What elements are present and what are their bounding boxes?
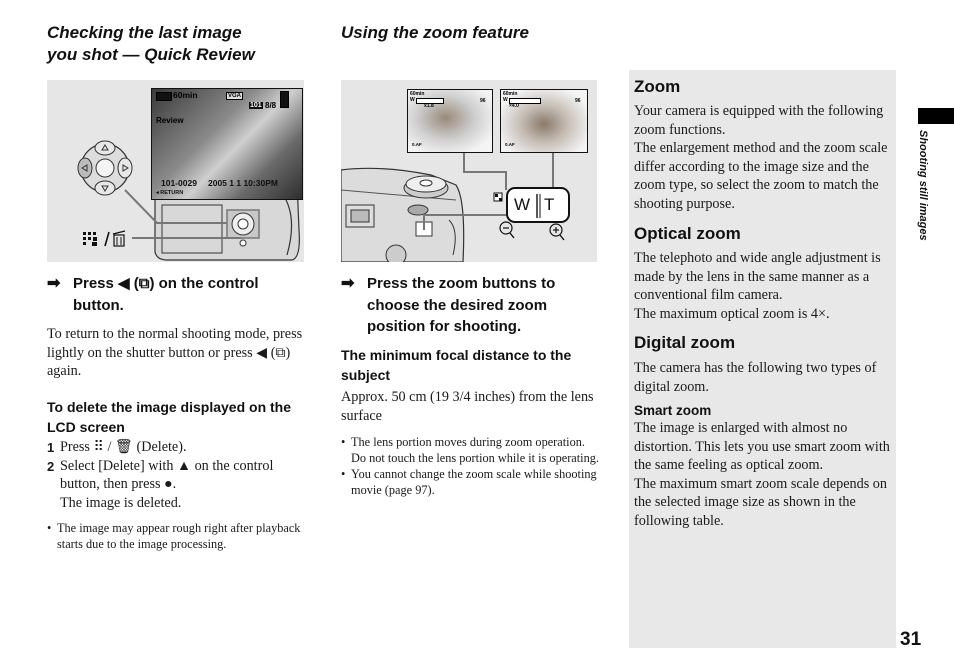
zoom-out-icon bbox=[499, 221, 515, 239]
optical-zoom-heading: Optical zoom bbox=[634, 224, 741, 243]
wide-zoom-icon bbox=[493, 192, 503, 202]
step-number: 1 bbox=[47, 440, 55, 455]
lcd-count: 96 bbox=[575, 98, 581, 104]
delete-step-2: 2 Select [Delete] with ▲ on the control b… bbox=[47, 457, 305, 494]
control-button-icon bbox=[77, 140, 133, 196]
zoom-body-1: Your camera is equipped with the followi… bbox=[634, 103, 884, 138]
title-line-2: you shot — Quick Review bbox=[47, 45, 255, 64]
lcd-count: 8/8 bbox=[265, 101, 277, 110]
focal-distance-value: Approx. 50 cm (19 3/4 inches) from the l… bbox=[341, 389, 594, 424]
lcd-image-size: VGA bbox=[226, 92, 244, 100]
step-text: Select [Delete] with ▲ on the control bu… bbox=[60, 457, 274, 493]
delete-heading: To delete the image displayed on the LCD… bbox=[47, 399, 292, 435]
smart-zoom-heading: Smart zoom bbox=[634, 403, 712, 418]
lcd-preview-tele: 60min W ×4.0 96 0.AF bbox=[500, 89, 588, 153]
delete-steps: 1 Press ⠿ / 🗑 (Delete). 2 Select [Delete] … bbox=[47, 438, 305, 512]
zoom-illustration: W T 60min W x1.8 96 0.AF 60min W ×4.0 96… bbox=[341, 80, 597, 262]
step-press-zoom: ➡ Press the zoom buttons to choose the d… bbox=[341, 273, 596, 338]
title-line-1: Checking the last image bbox=[47, 23, 242, 42]
zoom-notes: The lens portion moves during zoom opera… bbox=[341, 434, 601, 498]
note-item: The image may appear rough right after p… bbox=[47, 520, 307, 552]
digital-zoom-heading: Digital zoom bbox=[634, 333, 736, 352]
zoom-in-icon bbox=[549, 223, 565, 241]
lcd-zoom-scale: ×4.0 bbox=[509, 103, 519, 109]
lcd-preview-wide: 60min W x1.8 96 0.AF bbox=[407, 89, 493, 153]
lcd-screen: 60min VGA 101 8/8 Review 101-0029 2005 1… bbox=[151, 88, 303, 200]
chapter-tab-marker bbox=[918, 108, 954, 124]
focal-distance-heading: The minimum focal distance to the subjec… bbox=[341, 347, 572, 383]
step-text: Press the zoom buttons to choose the des… bbox=[367, 275, 556, 335]
section-title-zoom-feature: Using the zoom feature bbox=[341, 23, 529, 42]
zoom-wide-button: W bbox=[514, 195, 531, 214]
digital-zoom-body: The camera has the following two types o… bbox=[634, 360, 877, 395]
memory-stick-icon bbox=[280, 91, 289, 108]
smart-zoom-body: The image is enlarged with almost no dis… bbox=[634, 419, 896, 530]
page-number: 31 bbox=[900, 629, 922, 650]
optical-body-1: The telephoto and wide angle adjustment … bbox=[634, 250, 881, 303]
return-instructions: To return to the normal shooting mode, p… bbox=[47, 326, 303, 379]
index-delete-icon bbox=[83, 230, 126, 247]
zoom-heading: Zoom bbox=[634, 77, 681, 96]
optical-body-2: The maximum optical zoom is 4×. bbox=[634, 305, 830, 322]
lcd-battery-time: 60min bbox=[173, 90, 198, 100]
smart-body-2: The maximum smart zoom scale depends on … bbox=[634, 475, 887, 529]
lcd-zoom-scale: x1.8 bbox=[424, 103, 434, 109]
delete-step-1: 1 Press ⠿ / 🗑 (Delete). bbox=[47, 438, 305, 457]
lcd-af: 0.AF bbox=[412, 142, 422, 147]
zoom-tele-button: T bbox=[544, 195, 555, 214]
lcd-af: 0.AF bbox=[505, 142, 515, 147]
lcd-count: 96 bbox=[480, 98, 486, 104]
step-text: The image is deleted. bbox=[60, 494, 182, 511]
optical-zoom-body: The telephoto and wide angle adjustment … bbox=[634, 249, 896, 323]
lcd-return: ◂ RETURN bbox=[156, 190, 184, 196]
step-press-left: ➡ Press ◀ (⧉) on the control button. bbox=[47, 273, 297, 316]
quick-review-notes: The image may appear rough right after p… bbox=[47, 520, 307, 552]
lcd-mode: Review bbox=[156, 116, 184, 125]
note-item: The lens portion moves during zoom opera… bbox=[341, 434, 601, 466]
battery-icon bbox=[156, 92, 172, 101]
step-number: 2 bbox=[47, 458, 55, 474]
lcd-w: W bbox=[503, 97, 508, 103]
chapter-side-label: Shooting still images bbox=[917, 130, 929, 241]
lcd-w: W bbox=[410, 97, 415, 103]
smart-body-1: The image is enlarged with almost no dis… bbox=[634, 420, 890, 473]
section-title-quick-review: Checking the last image you shot — Quick… bbox=[47, 22, 255, 66]
lcd-folder: 101 bbox=[249, 102, 263, 109]
note-item: You cannot change the zoom scale while s… bbox=[341, 466, 601, 498]
zoom-body: Your camera is equipped with the followi… bbox=[634, 102, 896, 213]
quick-review-illustration: 60min VGA 101 8/8 Review 101-0029 2005 1… bbox=[47, 80, 304, 262]
step-text: Press ◀ (⧉) on the control button. bbox=[73, 275, 259, 314]
zoom-body-2: The enlargement method and the zoom scal… bbox=[634, 140, 888, 212]
zoom-info-panel: Zoom Your camera is equipped with the fo… bbox=[629, 70, 896, 648]
delete-step-result: The image is deleted. bbox=[47, 494, 305, 513]
arrow-right-icon: ➡ bbox=[47, 275, 61, 292]
lcd-datetime: 2005 1 1 10:30PM bbox=[208, 178, 278, 188]
lcd-file-number: 101-0029 bbox=[161, 178, 197, 188]
step-text: Press ⠿ / 🗑 (Delete). bbox=[60, 439, 187, 455]
arrow-right-icon: ➡ bbox=[341, 275, 355, 292]
